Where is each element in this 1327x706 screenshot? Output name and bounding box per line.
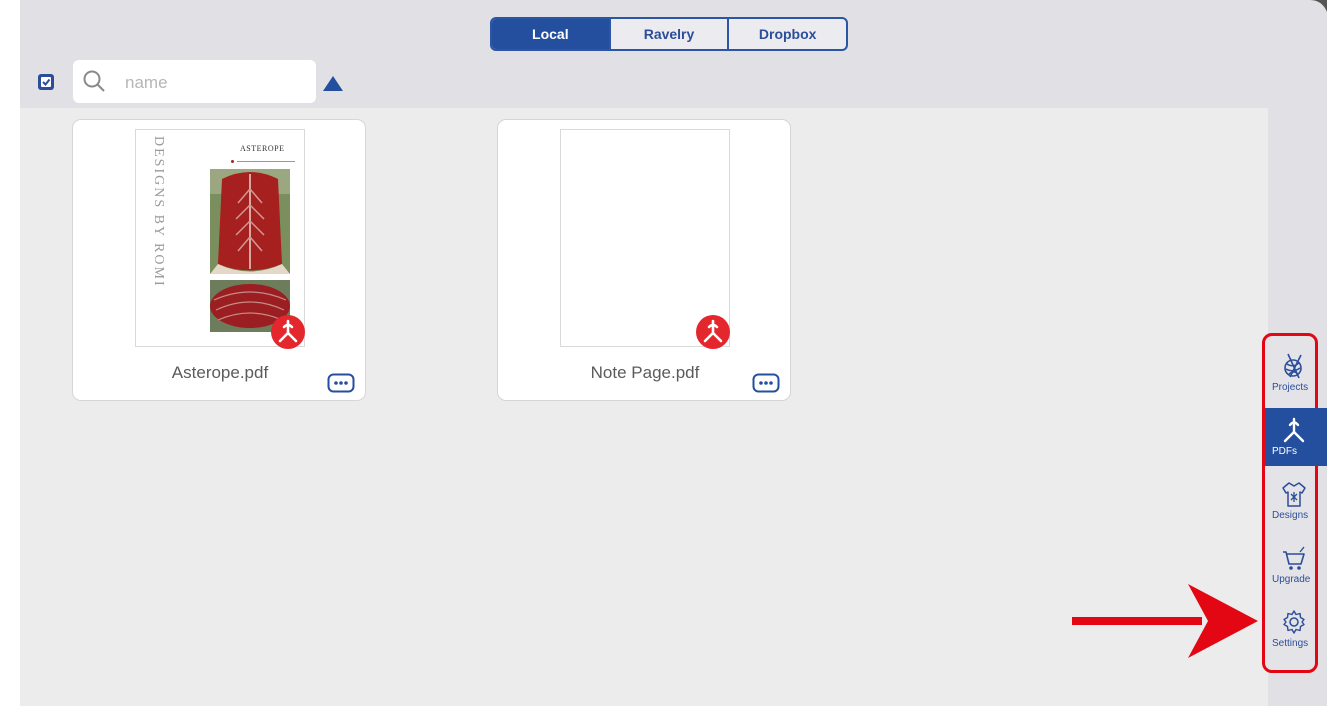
annotation-arrow-icon bbox=[1072, 584, 1258, 658]
tab-upgrade[interactable]: Upgrade bbox=[1265, 536, 1327, 594]
sweater-icon bbox=[1282, 482, 1306, 507]
search-input[interactable] bbox=[123, 70, 307, 96]
search-icon bbox=[83, 70, 105, 92]
cover-byline-decoration bbox=[231, 160, 295, 163]
tab-label: Designs bbox=[1272, 510, 1309, 521]
left-margin bbox=[0, 0, 20, 706]
tab-label: Settings bbox=[1272, 638, 1309, 649]
segment-dropbox[interactable]: Dropbox bbox=[727, 19, 846, 49]
cover-side-text: DESIGNS BY ROMI bbox=[151, 136, 166, 288]
tab-designs[interactable]: Designs bbox=[1265, 472, 1327, 530]
cart-icon bbox=[1283, 546, 1305, 570]
tab-settings[interactable]: Settings bbox=[1265, 600, 1327, 658]
select-checkbox-icon[interactable] bbox=[35, 71, 57, 93]
app-window: Local Ravelry Dropbox DESIGNS BY ROMI AS… bbox=[0, 0, 1327, 706]
cover-photo-top bbox=[210, 169, 290, 274]
tab-label: PDFs bbox=[1272, 446, 1297, 457]
pdf-icon bbox=[696, 315, 730, 349]
file-name: Note Page.pdf bbox=[590, 363, 700, 382]
gear-icon bbox=[1283, 610, 1305, 634]
pdf-icon bbox=[271, 315, 305, 349]
more-options-icon[interactable] bbox=[327, 373, 355, 393]
file-name: Asterope.pdf bbox=[171, 363, 269, 382]
tab-pdfs[interactable]: PDFs bbox=[1265, 408, 1327, 466]
yarn-ball-icon bbox=[1284, 353, 1302, 379]
cover-title: ASTEROPE bbox=[240, 144, 285, 153]
pdf-icon bbox=[1283, 417, 1305, 443]
segment-local[interactable]: Local bbox=[492, 19, 609, 49]
tab-label: Upgrade bbox=[1272, 574, 1311, 585]
source-segmented-control: Local Ravelry Dropbox bbox=[490, 17, 848, 51]
search-field bbox=[73, 60, 316, 103]
file-card[interactable]: DESIGNS BY ROMI ASTEROPE Asterope.pdf bbox=[72, 119, 366, 401]
more-options-icon[interactable] bbox=[752, 373, 780, 393]
corner-shadow bbox=[1310, 0, 1327, 12]
side-tab-bar: Projects PDFs Designs Upgrade Settings bbox=[1262, 333, 1327, 673]
tab-label: Projects bbox=[1272, 382, 1309, 393]
file-card[interactable]: Note Page.pdf bbox=[497, 119, 791, 401]
tab-projects[interactable]: Projects bbox=[1265, 344, 1327, 402]
segment-ravelry[interactable]: Ravelry bbox=[608, 19, 728, 49]
sort-triangle-icon[interactable] bbox=[322, 74, 344, 92]
